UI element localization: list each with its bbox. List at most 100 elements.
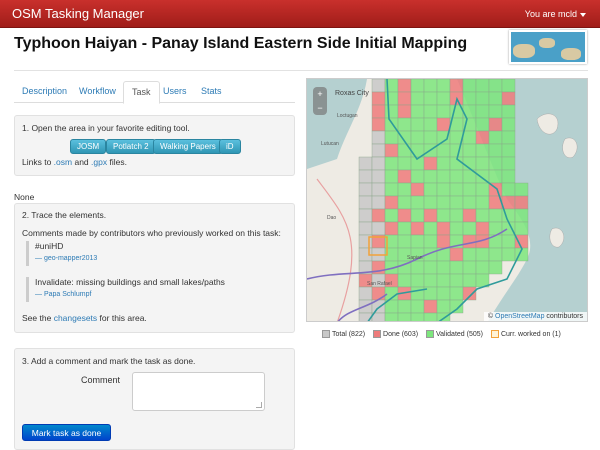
task-cell[interactable] (449, 195, 464, 210)
task-cell[interactable] (475, 79, 490, 93)
task-cell[interactable] (358, 169, 373, 184)
task-cell[interactable] (397, 143, 412, 158)
task-cell[interactable] (358, 156, 373, 171)
user-menu[interactable]: You are mcld (525, 9, 586, 19)
task-cell[interactable] (410, 130, 425, 145)
task-cell[interactable] (501, 104, 516, 119)
task-cell[interactable] (384, 182, 399, 197)
task-cell[interactable] (488, 104, 503, 119)
walking-papers-button[interactable]: Walking Papers (153, 139, 223, 154)
task-cell[interactable] (371, 208, 386, 223)
changesets-link[interactable]: changesets (54, 313, 97, 323)
task-cell[interactable] (488, 208, 503, 223)
task-cell[interactable] (514, 208, 529, 223)
task-cell[interactable] (423, 273, 438, 288)
task-cell[interactable] (397, 273, 412, 288)
task-cell[interactable] (475, 195, 490, 210)
task-cell[interactable] (397, 195, 412, 210)
task-cell[interactable] (449, 286, 464, 301)
tab-users[interactable]: Users (155, 81, 195, 103)
task-cell[interactable] (410, 104, 425, 119)
task-cell[interactable] (410, 312, 425, 322)
task-cell[interactable] (371, 117, 386, 132)
task-cell[interactable] (462, 79, 477, 93)
task-cell[interactable] (449, 247, 464, 262)
task-cell[interactable] (384, 130, 399, 145)
task-cell[interactable] (358, 208, 373, 223)
task-cell[interactable] (410, 273, 425, 288)
task-cell[interactable] (384, 221, 399, 236)
task-cell[interactable] (410, 208, 425, 223)
task-cell[interactable] (397, 312, 412, 322)
task-cell[interactable] (462, 247, 477, 262)
task-cell[interactable] (423, 221, 438, 236)
task-cell[interactable] (449, 182, 464, 197)
task-cell[interactable] (462, 143, 477, 158)
task-cell[interactable] (410, 195, 425, 210)
task-cell[interactable] (384, 208, 399, 223)
task-cell[interactable] (436, 143, 451, 158)
task-cell[interactable] (475, 260, 490, 275)
task-cell[interactable] (371, 182, 386, 197)
task-cell[interactable] (449, 299, 464, 314)
task-cell[interactable] (410, 234, 425, 249)
task-cell[interactable] (371, 104, 386, 119)
task-cell[interactable] (475, 182, 490, 197)
task-cell[interactable] (397, 208, 412, 223)
task-cell[interactable] (436, 208, 451, 223)
task-cell[interactable] (501, 195, 516, 210)
task-cell[interactable] (462, 91, 477, 106)
task-cell[interactable] (423, 234, 438, 249)
task-cell[interactable] (397, 169, 412, 184)
task-cell[interactable] (410, 91, 425, 106)
task-cell[interactable] (449, 169, 464, 184)
task-cell[interactable] (423, 130, 438, 145)
task-cell[interactable] (384, 156, 399, 171)
task-cell[interactable] (449, 208, 464, 223)
task-cell[interactable] (462, 273, 477, 288)
task-cell[interactable] (475, 221, 490, 236)
task-cell[interactable] (397, 234, 412, 249)
task-cell[interactable] (514, 182, 529, 197)
task-cell[interactable] (501, 79, 516, 93)
task-cell[interactable] (462, 208, 477, 223)
openstreetmap-link[interactable]: OpenStreetMap (495, 313, 544, 320)
task-cell[interactable] (475, 130, 490, 145)
task-cell[interactable] (501, 234, 516, 249)
tab-workflow[interactable]: Workflow (71, 81, 124, 103)
task-cell[interactable] (371, 143, 386, 158)
task-cell[interactable] (488, 79, 503, 93)
task-cell[interactable] (371, 195, 386, 210)
task-cell[interactable] (410, 79, 425, 93)
task-cell[interactable] (475, 91, 490, 106)
task-cell[interactable] (384, 195, 399, 210)
task-cell[interactable] (397, 79, 412, 93)
task-cell[interactable] (501, 130, 516, 145)
task-cell[interactable] (371, 286, 386, 301)
resize-grip-icon[interactable] (256, 402, 262, 408)
task-cell[interactable] (397, 182, 412, 197)
task-cell[interactable] (475, 143, 490, 158)
task-cell[interactable] (384, 312, 399, 322)
task-cell[interactable] (384, 143, 399, 158)
task-cell[interactable] (371, 130, 386, 145)
task-cell[interactable] (501, 117, 516, 132)
tab-stats[interactable]: Stats (193, 81, 230, 103)
task-cell[interactable] (371, 91, 386, 106)
task-cell[interactable] (462, 286, 477, 301)
task-cell[interactable] (475, 156, 490, 171)
task-cell[interactable] (488, 117, 503, 132)
task-cell[interactable] (436, 169, 451, 184)
task-cell[interactable] (462, 221, 477, 236)
task-cell[interactable] (410, 117, 425, 132)
task-cell[interactable] (462, 234, 477, 249)
task-cell[interactable] (423, 104, 438, 119)
task-cell[interactable] (501, 169, 516, 184)
task-cell[interactable] (488, 247, 503, 262)
task-cell[interactable] (410, 169, 425, 184)
task-cell[interactable] (358, 221, 373, 236)
task-cell[interactable] (475, 247, 490, 262)
task-cell[interactable] (423, 195, 438, 210)
task-cell[interactable] (397, 104, 412, 119)
task-cell[interactable] (397, 156, 412, 171)
